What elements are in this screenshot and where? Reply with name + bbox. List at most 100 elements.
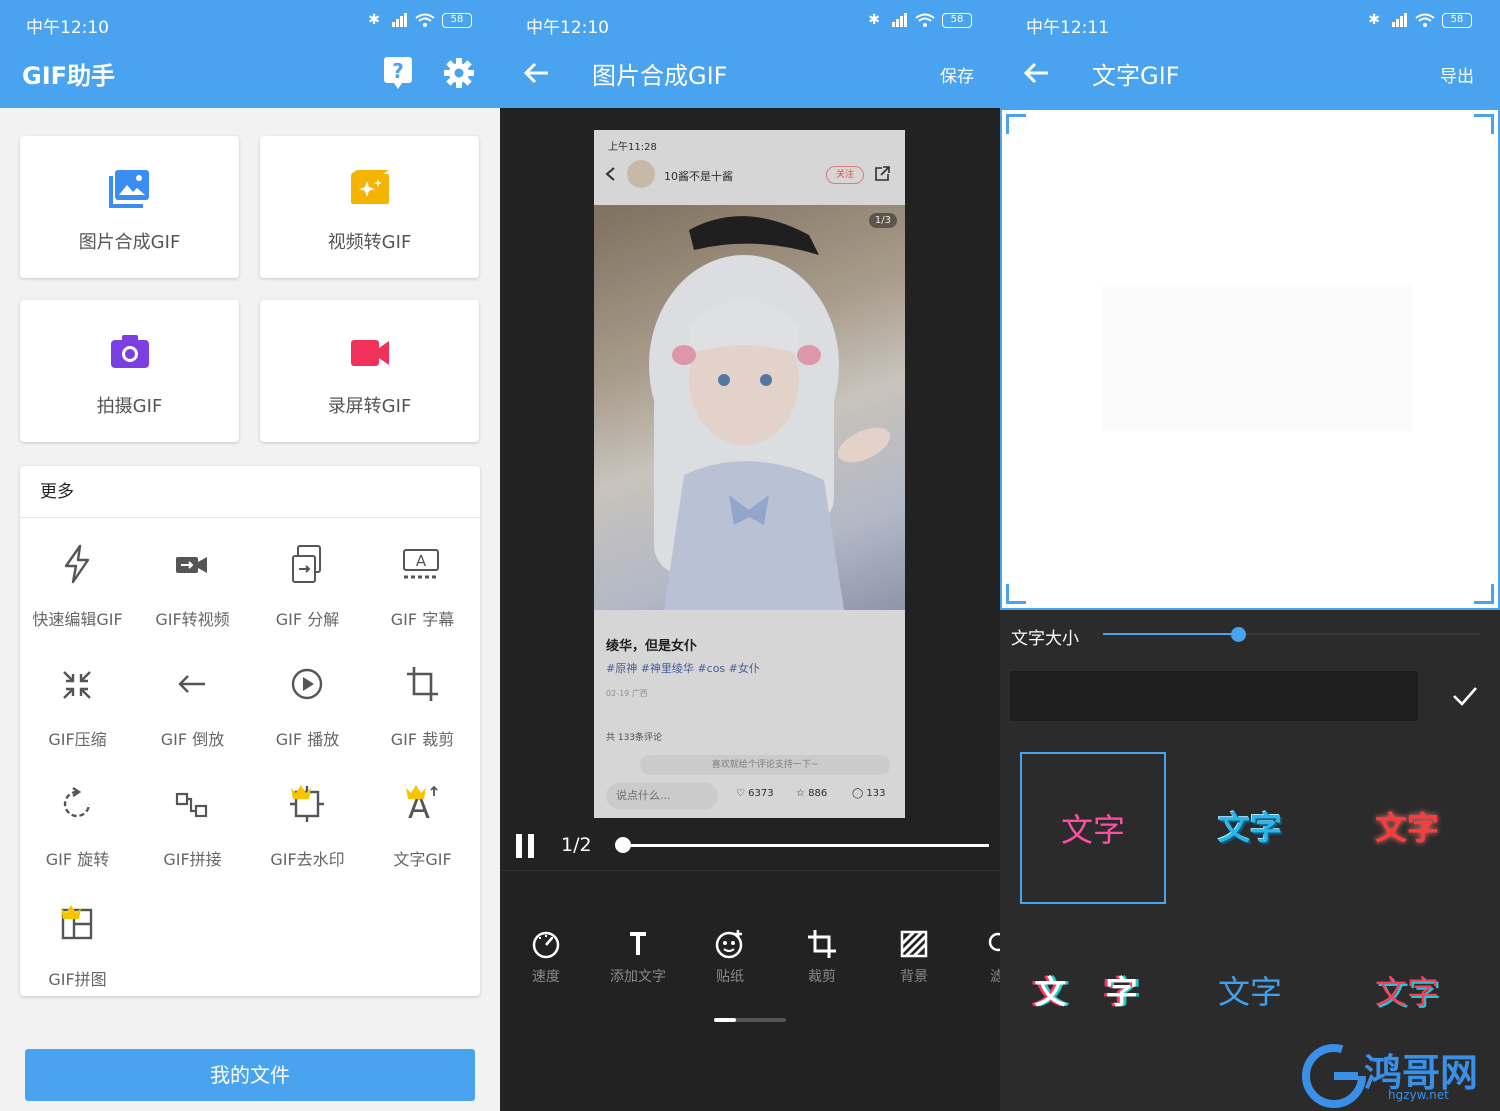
battery-icon: 58 (1442, 12, 1472, 28)
tool-gif-rotate[interactable]: GIF 旋转 (20, 766, 135, 886)
tool-gif-split[interactable]: GIF 分解 (250, 526, 365, 646)
split-icon (292, 545, 321, 583)
card-screen-record-to-gif[interactable]: 录屏转GIF (260, 300, 479, 442)
tool-gif-reverse[interactable]: GIF 倒放 (135, 646, 250, 766)
tool-background-button[interactable]: 背景 (868, 928, 960, 986)
crop-corner (1474, 114, 1494, 134)
back-arrow-icon[interactable] (1022, 58, 1052, 88)
tool-label: 添加文字 (610, 969, 666, 985)
tool-label: 速度 (532, 969, 560, 985)
help-icon[interactable]: ? (383, 56, 413, 90)
tool-label: 背景 (900, 969, 928, 985)
app-bar: 中午12:10 ✱ 58 图片合成GIF 保存 (500, 0, 1000, 108)
card-label: 视频转GIF (327, 232, 412, 253)
tool-gif-crop[interactable]: GIF 裁剪 (365, 646, 480, 766)
tool-label: GIF 分解 (275, 610, 340, 629)
card-capture-gif[interactable]: 拍摄GIF (20, 300, 239, 442)
pause-button[interactable] (516, 834, 536, 858)
speed-icon (532, 931, 560, 959)
pause-icon (516, 834, 522, 858)
svg-text:?: ? (392, 59, 404, 83)
save-button[interactable]: 保存 (940, 62, 974, 87)
tool-gif-join[interactable]: GIF拼接 (135, 766, 250, 886)
text-gif-screen: 中午12:11 ✱ 58 文字GIF 导出 文字大小 文字 文字 文字 文 字 … (1000, 0, 1500, 1111)
text-style-option[interactable]: 文 字 (1020, 916, 1166, 1068)
check-icon[interactable] (1451, 684, 1479, 708)
battery-icon: 58 (442, 12, 472, 28)
play-circle-icon (291, 668, 323, 700)
app-bar: 中午12:10 ✱ 58 GIF助手 ? (0, 0, 500, 108)
status-icons: ✱ 58 (868, 12, 972, 28)
status-time: 中午12:10 (26, 18, 109, 38)
text-input[interactable] (1010, 671, 1418, 721)
back-arrow-icon[interactable] (522, 58, 552, 88)
tool-label: GIF拼接 (163, 850, 222, 869)
vip-crown-icon (406, 785, 426, 799)
app-title: GIF助手 (22, 62, 116, 90)
text-style-option[interactable]: 文字 (1334, 752, 1480, 904)
image-icon (109, 170, 149, 208)
tool-label: 文字GIF (393, 850, 452, 869)
tool-label: GIF 裁剪 (390, 730, 455, 749)
text-style-option[interactable]: 文字 (1020, 752, 1166, 904)
status-icons: ✱ 58 (368, 12, 472, 28)
card-label: 录屏转GIF (327, 396, 412, 417)
images-to-gif-screen: 中午12:10 ✱ 58 图片合成GIF 保存 上午11:28 10酱不是十酱 … (500, 0, 1000, 1111)
subtitle-icon: A (403, 549, 439, 579)
screen-title: 文字GIF (1092, 62, 1180, 90)
tool-gif-to-video[interactable]: GIF转视频 (135, 526, 250, 646)
my-files-button[interactable]: 我的文件 (25, 1049, 475, 1101)
toolbar-scroll-thumb (714, 1018, 736, 1022)
card-label: 图片合成GIF (78, 232, 181, 253)
pause-icon-bar (528, 834, 534, 858)
gif-preview: 上午11:28 10酱不是十酱 关注 1/3 绫华，但是女仆 #原神 #神里绫华… (594, 130, 905, 818)
tool-gif-remove-watermark[interactable]: GIF去水印 (250, 766, 365, 886)
tool-label: GIF拼图 (48, 970, 107, 989)
lightning-icon (64, 544, 90, 584)
tool-gif-play[interactable]: GIF 播放 (250, 646, 365, 766)
camera-icon (111, 335, 149, 368)
screen-title: 图片合成GIF (592, 62, 728, 90)
background-icon (900, 930, 928, 958)
status-time: 中午12:10 (526, 18, 609, 38)
text-size-label: 文字大小 (1011, 629, 1079, 649)
tool-text-gif[interactable]: A 文字GIF (365, 766, 480, 886)
signal-icon (892, 13, 907, 27)
card-video-to-gif[interactable]: 视频转GIF (260, 136, 479, 278)
tool-label: GIF 字幕 (390, 610, 455, 629)
divider (500, 870, 1000, 871)
settings-gear-icon[interactable] (443, 57, 475, 89)
preview-dim-overlay (594, 130, 905, 818)
crop-icon (808, 930, 836, 958)
crop-corner (1006, 114, 1026, 134)
tool-speed-button[interactable]: 速度 (500, 928, 592, 986)
status-time: 中午12:11 (1026, 18, 1109, 38)
seek-bar-handle[interactable] (615, 837, 631, 853)
join-icon (175, 792, 208, 818)
text-size-slider-handle[interactable] (1231, 627, 1246, 642)
tool-quick-edit[interactable]: 快速编辑GIF (20, 526, 135, 646)
text-size-slider-fill (1103, 633, 1239, 635)
tool-gif-compress[interactable]: GIF压缩 (20, 646, 135, 766)
reverse-arrow-icon (178, 675, 205, 693)
tool-add-text-button[interactable]: 添加文字 (592, 928, 684, 986)
wifi-icon (415, 13, 435, 27)
battery-icon: 58 (942, 12, 972, 28)
bluetooth-icon: ✱ (1368, 12, 1380, 28)
filter-icon (988, 932, 1000, 952)
export-button[interactable]: 导出 (1440, 62, 1474, 87)
tool-sticker-button[interactable]: 贴纸 (684, 928, 776, 986)
site-watermark: 鸿哥网 hgzyw.net (1300, 1040, 1500, 1111)
tool-crop-button[interactable]: 裁剪 (776, 928, 868, 986)
app-bar: 中午12:11 ✱ 58 文字GIF 导出 (1000, 0, 1500, 108)
tool-gif-collage[interactable]: GIF拼图 (20, 886, 135, 1006)
card-images-to-gif[interactable]: 图片合成GIF (20, 136, 239, 278)
text-placeholder-box[interactable] (1102, 285, 1412, 431)
bluetooth-icon: ✱ (368, 12, 380, 28)
tool-filter-button[interactable]: 滤 (960, 928, 1000, 986)
text-style-option[interactable]: 文字 (1177, 752, 1323, 904)
tool-gif-subtitle[interactable]: A GIF 字幕 (365, 526, 480, 646)
text-t-icon (630, 932, 646, 955)
rotate-icon (63, 787, 91, 818)
seek-bar[interactable] (623, 844, 989, 847)
